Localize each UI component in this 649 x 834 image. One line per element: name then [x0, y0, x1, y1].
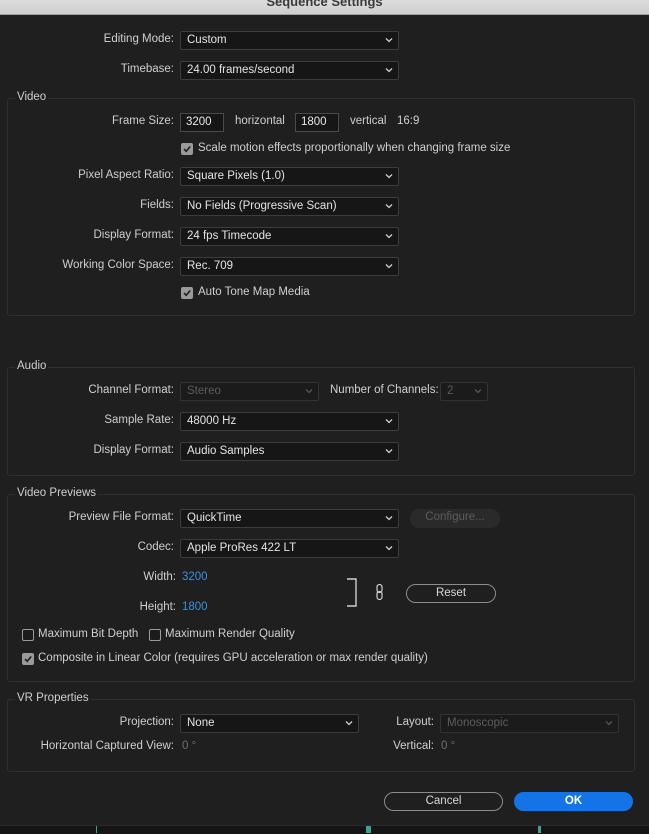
chevron-down-icon	[384, 414, 394, 428]
horizontal-label: horizontal	[235, 115, 285, 127]
max-render-quality-label: Maximum Render Quality	[165, 628, 295, 640]
codec-value: Apple ProRes 422 LT	[187, 542, 297, 554]
chevron-down-icon	[384, 541, 394, 555]
cancel-button[interactable]: Cancel	[384, 792, 503, 811]
composite-linear-checkbox[interactable]	[22, 653, 34, 665]
video-section-title: Video	[15, 91, 49, 103]
checkmark-icon	[183, 145, 191, 153]
vr-vertical-value[interactable]: 0 °	[441, 740, 455, 752]
layout-select[interactable]: Monoscopic	[440, 714, 619, 733]
auto-tone-map-label: Auto Tone Map Media	[198, 286, 310, 298]
preview-file-format-label: Preview File Format:	[68, 511, 174, 523]
auto-tone-map-checkbox[interactable]	[181, 287, 193, 299]
number-of-channels-select[interactable]: 2	[440, 382, 488, 401]
vr-properties-section	[7, 699, 635, 772]
horizontal-captured-view-label: Horizontal Captured View:	[40, 740, 174, 752]
ok-button[interactable]: OK	[514, 792, 633, 811]
audio-display-format-label: Display Format:	[93, 444, 174, 456]
editing-mode-value: Custom	[187, 34, 227, 46]
chevron-down-icon	[384, 229, 394, 243]
audio-display-format-value: Audio Samples	[187, 445, 265, 457]
chevron-down-icon	[384, 444, 394, 458]
working-color-space-value: Rec. 709	[187, 260, 234, 272]
audio-section-title: Audio	[15, 360, 49, 372]
preview-file-format-value: QuickTime	[187, 512, 242, 524]
chevron-down-icon	[384, 259, 394, 273]
scale-motion-label: Scale motion effects proportionally when…	[198, 142, 511, 154]
projection-select[interactable]: None	[180, 714, 359, 733]
codec-label: Codec:	[137, 541, 174, 553]
codec-select[interactable]: Apple ProRes 422 LT	[180, 539, 399, 558]
timeline-marker	[366, 826, 371, 833]
chain-link-icon[interactable]	[373, 583, 387, 601]
working-color-space-label: Working Color Space:	[62, 259, 174, 271]
preview-height-value[interactable]: 1800	[182, 601, 208, 613]
chevron-down-icon	[384, 33, 394, 47]
chevron-down-icon	[344, 716, 354, 730]
vr-properties-section-title: VR Properties	[15, 692, 91, 704]
checkmark-icon	[24, 655, 32, 663]
pixel-aspect-ratio-value: Square Pixels (1.0)	[187, 170, 285, 182]
vertical-label: vertical	[350, 115, 387, 127]
sample-rate-label: Sample Rate:	[104, 414, 174, 426]
timeline-marker	[96, 826, 97, 833]
preview-width-label: Width:	[143, 571, 176, 583]
aspect-ratio-text: 16:9	[397, 115, 420, 127]
number-of-channels-label: Number of Channels:	[330, 384, 439, 396]
link-bracket-icon	[347, 578, 357, 607]
timebase-value: 24.00 frames/second	[187, 64, 295, 76]
timebase-select[interactable]: 24.00 frames/second	[180, 61, 399, 80]
layout-value: Monoscopic	[447, 717, 509, 729]
checkmark-icon	[183, 289, 191, 297]
window-title: Sequence Settings	[266, 0, 383, 9]
channel-format-value: Stereo	[187, 385, 221, 397]
chevron-down-icon	[384, 199, 394, 213]
working-color-space-select[interactable]: Rec. 709	[180, 257, 399, 276]
max-render-quality-checkbox[interactable]	[149, 629, 161, 641]
preview-width-value[interactable]: 3200	[182, 571, 208, 583]
sample-rate-select[interactable]: 48000 Hz	[180, 412, 399, 431]
video-display-format-select[interactable]: 24 fps Timecode	[180, 227, 399, 246]
composite-linear-label: Composite in Linear Color (requires GPU …	[38, 652, 428, 664]
editing-mode-label: Editing Mode:	[103, 33, 174, 45]
preview-file-format-select[interactable]: QuickTime	[180, 509, 399, 528]
fields-select[interactable]: No Fields (Progressive Scan)	[180, 197, 399, 216]
editing-mode-select[interactable]: Custom	[180, 31, 399, 50]
projection-value: None	[187, 717, 215, 729]
configure-button[interactable]: Configure...	[410, 509, 500, 528]
sample-rate-value: 48000 Hz	[187, 415, 237, 427]
video-display-format-value: 24 fps Timecode	[187, 230, 272, 242]
pixel-aspect-ratio-label: Pixel Aspect Ratio:	[78, 169, 174, 181]
reset-button[interactable]: Reset	[406, 584, 496, 603]
fields-label: Fields:	[140, 199, 174, 211]
scale-motion-checkbox[interactable]	[181, 143, 193, 155]
frame-height-input[interactable]: 1800	[295, 113, 339, 132]
max-bit-depth-label: Maximum Bit Depth	[38, 628, 139, 640]
video-display-format-label: Display Format:	[93, 229, 174, 241]
chevron-down-icon	[384, 63, 394, 77]
number-of-channels-value: 2	[447, 385, 454, 397]
projection-label: Projection:	[119, 716, 174, 728]
chevron-down-icon	[384, 511, 394, 525]
vr-vertical-label: Vertical:	[393, 740, 434, 752]
layout-label: Layout:	[396, 716, 434, 728]
timebase-label: Timebase:	[120, 63, 174, 75]
fields-value: No Fields (Progressive Scan)	[187, 200, 337, 212]
video-previews-section-title: Video Previews	[15, 487, 99, 499]
chevron-down-icon	[304, 384, 314, 398]
channel-format-select[interactable]: Stereo	[180, 382, 319, 401]
max-bit-depth-checkbox[interactable]	[22, 629, 34, 641]
frame-width-input[interactable]: 3200	[180, 113, 224, 132]
horizontal-captured-view-value[interactable]: 0 °	[182, 740, 196, 752]
frame-size-label: Frame Size:	[112, 115, 174, 127]
chevron-down-icon	[473, 384, 483, 398]
chevron-down-icon	[384, 169, 394, 183]
preview-height-label: Height:	[139, 601, 176, 613]
chevron-down-icon	[604, 716, 614, 730]
pixel-aspect-ratio-select[interactable]: Square Pixels (1.0)	[180, 167, 399, 186]
audio-display-format-select[interactable]: Audio Samples	[180, 442, 399, 461]
channel-format-label: Channel Format:	[88, 384, 174, 396]
title-bar: Sequence Settings	[0, 0, 649, 15]
timeline-marker	[538, 826, 541, 833]
